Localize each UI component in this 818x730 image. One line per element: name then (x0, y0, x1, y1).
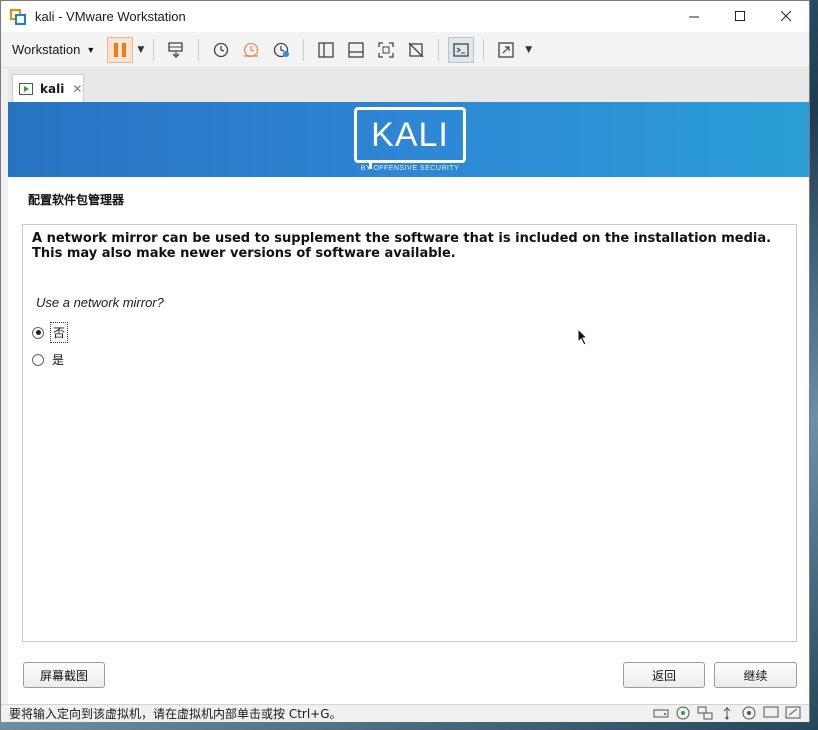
vm-running-icon (19, 82, 33, 95)
kali-logo-subtitle: BY OFFENSIVE SECURITY (360, 165, 460, 172)
snapshot-clock-icon (214, 42, 229, 57)
revert-snapshot-button[interactable] (238, 37, 264, 63)
vmware-window: kali - VMware Workstation Workstation ▼ … (0, 0, 810, 722)
stretch-dropdown-icon[interactable]: ▼ (525, 45, 532, 55)
radio-label-yes: 是 (52, 353, 65, 367)
minimize-button[interactable] (671, 1, 717, 32)
maximize-button[interactable] (717, 1, 763, 32)
fullscreen-icon (378, 41, 394, 58)
toolbar-divider (303, 38, 305, 61)
window-controls (671, 1, 809, 32)
back-button[interactable]: 返回 (623, 662, 705, 688)
radio-button-no[interactable] (32, 326, 44, 339)
window-title: kali - VMware Workstation (35, 9, 186, 24)
unity-button[interactable] (403, 37, 429, 63)
radio-option-yes[interactable]: 是 (32, 350, 66, 369)
show-library-button[interactable] (313, 37, 339, 63)
maximize-icon (734, 11, 745, 21)
snapshot-button[interactable] (208, 37, 234, 63)
toolbar-divider (483, 38, 485, 61)
snapshot-manager-icon (274, 42, 290, 57)
keyboard-send-icon (168, 41, 183, 58)
message-log-icon[interactable] (785, 706, 801, 720)
vm-console[interactable]: KALI BY OFFENSIVE SECURITY 配置软件包管理器 A ne… (8, 102, 809, 704)
pause-icon (114, 42, 119, 57)
status-bar: 要将输入定向到该虚拟机，请在虚拟机内部单击或按 Ctrl+G。 (1, 704, 809, 722)
installer-content-panel: A network mirror can be used to suppleme… (22, 224, 797, 642)
kali-logo-text: KALI (371, 115, 449, 154)
close-icon (780, 11, 791, 22)
usb-icon[interactable] (719, 706, 735, 720)
mouse-cursor-icon (577, 328, 589, 346)
tab-close-icon[interactable]: ✕ (72, 82, 82, 96)
unity-off-icon (408, 42, 424, 57)
toolbar-divider (153, 38, 155, 61)
workstation-menu-label: Workstation (12, 42, 81, 57)
sidebar-layout-icon (318, 41, 334, 58)
toolbar: Workstation ▼ ▼ ▼ (1, 32, 809, 68)
display-icon[interactable] (763, 706, 779, 720)
close-button[interactable] (763, 1, 809, 32)
chevron-down-icon: ▼ (86, 44, 96, 55)
tab-label: kali (40, 81, 65, 96)
device-icons (647, 706, 801, 720)
snapshot-manager-button[interactable] (268, 37, 294, 63)
stretch-icon (498, 41, 514, 58)
radio-option-no[interactable]: 否 (32, 322, 69, 343)
sound-card-icon[interactable] (741, 706, 757, 720)
status-message: 要将输入定向到该虚拟机，请在虚拟机内部单击或按 Ctrl+G。 (9, 707, 342, 721)
terminal-icon (453, 42, 469, 57)
title-bar[interactable]: kali - VMware Workstation (1, 1, 809, 32)
pause-button[interactable] (107, 36, 134, 63)
radio-label-no: 否 (50, 322, 69, 343)
vmware-app-icon (10, 8, 26, 25)
console-view-button[interactable] (448, 36, 475, 63)
screenshot-button[interactable]: 屏幕截图 (23, 662, 105, 688)
tab-kali[interactable]: kali ✕ (12, 74, 84, 102)
toolbar-divider (438, 38, 440, 61)
show-thumbnail-button[interactable] (343, 37, 369, 63)
stretch-button[interactable] (493, 37, 519, 63)
full-screen-button[interactable] (373, 37, 399, 63)
kali-logo: KALI (354, 107, 466, 169)
page-title: 配置软件包管理器 (28, 193, 125, 207)
toolbar-divider (198, 38, 200, 61)
hard-disk-icon[interactable] (653, 706, 669, 720)
minimize-icon (688, 16, 699, 18)
mirror-description: A network mirror can be used to suppleme… (32, 231, 772, 261)
thumbnail-layout-icon (348, 41, 364, 58)
workstation-menu[interactable]: Workstation ▼ (12, 42, 95, 57)
revert-clock-icon (244, 42, 259, 57)
continue-button[interactable]: 继续 (714, 662, 797, 688)
kali-banner: KALI BY OFFENSIVE SECURITY (8, 102, 809, 177)
cd-dvd-icon[interactable] (675, 706, 691, 720)
power-dropdown-icon[interactable]: ▼ (137, 45, 144, 55)
radio-button-yes[interactable] (32, 353, 44, 366)
mirror-question: Use a network mirror? (36, 295, 164, 310)
send-ctrl-alt-del-button[interactable] (163, 37, 189, 63)
tab-strip: kali ✕ (8, 69, 809, 102)
network-adapter-icon[interactable] (697, 706, 713, 720)
